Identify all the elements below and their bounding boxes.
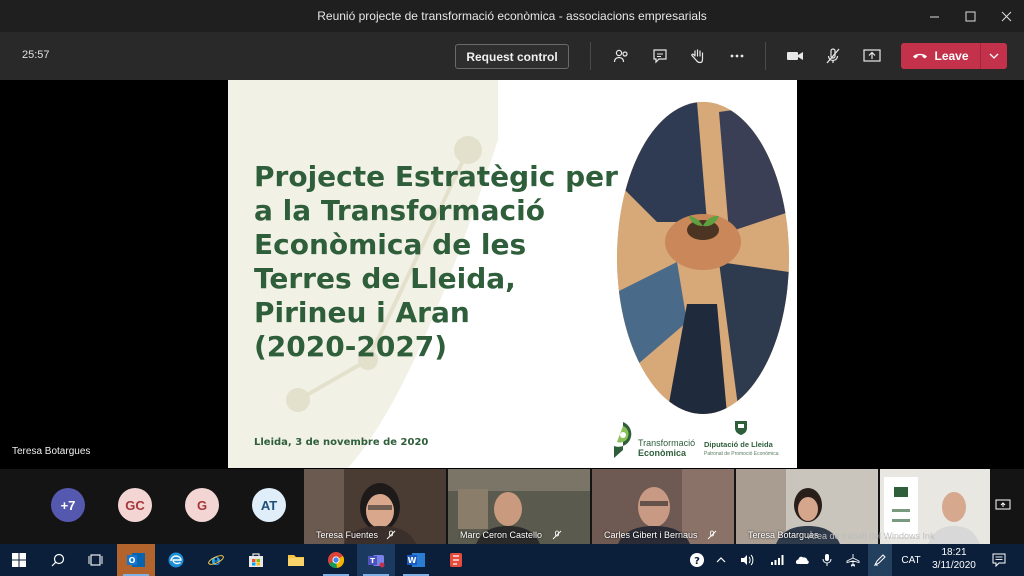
clock-date: 3/11/2020 (932, 560, 976, 571)
taskbar-internet-explorer[interactable]: e (197, 544, 235, 576)
presenter-name: Teresa Botargues (12, 446, 91, 457)
participant-avatar[interactable]: G (185, 488, 219, 522)
internet-explorer-icon: e (208, 551, 224, 569)
leave-button[interactable]: Leave (901, 43, 1007, 69)
mic-muted-icon (552, 530, 562, 540)
slide-title-line: Econòmica de les (254, 228, 527, 261)
taskbar-app[interactable] (437, 544, 475, 576)
chrome-icon (328, 552, 345, 569)
taskbar-edge[interactable] (157, 544, 195, 576)
network-icon[interactable] (768, 544, 786, 576)
diputacio-lleida-logo: Diputació de Lleida Patronat de Promoció… (704, 420, 780, 462)
slide-title-line: Pirineu i Aran (254, 296, 470, 329)
participant-name: Carles Gibert i Bernaus (604, 530, 698, 540)
maximize-button[interactable] (952, 0, 988, 32)
window-title-bar: Reunió projecte de transformació econòmi… (0, 0, 1024, 32)
leave-label: Leave (934, 49, 969, 63)
taskbar-outlook[interactable]: O (117, 544, 155, 576)
shared-slide: Projecte Estratègic per a la Transformac… (228, 80, 797, 468)
slide-date: Lleida, 3 de novembre de 2020 (254, 437, 429, 448)
search-icon (51, 553, 65, 567)
participant-video-tile[interactable]: Marc Ceron Castello (448, 469, 590, 544)
logo-dip-line2: Patronat de Promoció Econòmica (704, 451, 779, 457)
toolbar-divider (765, 42, 766, 70)
input-language[interactable]: CAT (898, 544, 924, 576)
mic-muted-icon[interactable] (821, 45, 845, 67)
svg-text:W: W (408, 556, 417, 565)
taskbar-file-explorer[interactable] (277, 544, 315, 576)
request-control-button[interactable]: Request control (455, 44, 569, 69)
svg-text:e: e (211, 551, 221, 569)
outlook-icon: O (127, 553, 145, 567)
teams-icon: T (368, 555, 385, 568)
screen-share-icon[interactable] (995, 497, 1011, 513)
chevron-up-icon[interactable] (712, 544, 730, 576)
camera-icon[interactable] (783, 45, 807, 67)
airplane-mode-icon[interactable] (843, 544, 863, 576)
slide-title-line: Terres de Lleida, (254, 262, 516, 295)
more-icon[interactable] (725, 45, 749, 67)
windows-ink-icon[interactable] (868, 544, 892, 576)
minimize-button[interactable] (916, 0, 952, 32)
svg-text:T: T (370, 557, 375, 565)
logo-te-line1: Transformació (638, 438, 696, 448)
taskbar-store[interactable] (237, 544, 275, 576)
slide-title-line: (2020-2027) (254, 330, 448, 363)
task-view-button[interactable] (77, 544, 115, 576)
raise-hand-icon[interactable] (686, 45, 710, 67)
participant-video-tile[interactable]: Carles Gibert i Bernaus (592, 469, 734, 544)
store-icon (249, 553, 263, 567)
mic-muted-icon (386, 530, 396, 540)
taskbar-chrome[interactable] (317, 544, 355, 576)
search-button[interactable] (39, 544, 77, 576)
svg-text:O: O (129, 556, 136, 565)
slide-title-line: Projecte Estratègic per (254, 160, 618, 193)
participant-avatar[interactable]: AT (252, 488, 286, 522)
taskbar-teams[interactable]: T (357, 544, 395, 576)
hands-plant-photo (617, 102, 789, 414)
app-icon (450, 553, 462, 567)
window-title: Reunió projecte de transformació econòmi… (317, 9, 707, 23)
microphone-icon[interactable] (818, 544, 836, 576)
participants-icon[interactable] (609, 45, 633, 67)
slide-title: Projecte Estratègic per a la Transformac… (254, 160, 624, 364)
participant-video-tile[interactable]: Teresa Fuentes (304, 469, 446, 544)
word-icon: W (407, 553, 425, 567)
volume-icon[interactable] (738, 544, 756, 576)
start-button[interactable] (0, 544, 38, 576)
logo-dip-line1: Diputació de Lleida (704, 440, 773, 449)
help-icon[interactable]: ? (686, 544, 708, 576)
slide-title-line: a la Transformació (254, 194, 545, 227)
leave-main[interactable]: Leave (901, 43, 981, 69)
mic-muted-icon (707, 530, 717, 540)
windows-logo-icon (12, 553, 26, 567)
share-icon[interactable] (860, 45, 884, 67)
toolbar-divider (590, 42, 591, 70)
hang-up-icon (913, 53, 928, 59)
clock-time: 18:21 (941, 547, 967, 558)
chevron-down-icon (989, 53, 999, 59)
taskbar-clock[interactable]: 18:21 3/11/2020 (926, 546, 982, 572)
transformacio-economica-logo: Transformació Econòmica (610, 420, 696, 462)
meeting-timer: 25:57 (22, 49, 50, 61)
more-participants-avatar[interactable]: +7 (51, 488, 85, 522)
chat-icon[interactable] (648, 45, 672, 67)
participant-avatar[interactable]: GC (118, 488, 152, 522)
close-button[interactable] (988, 0, 1024, 32)
onedrive-icon[interactable] (792, 544, 812, 576)
taskbar-word[interactable]: W (397, 544, 435, 576)
svg-text:?: ? (694, 556, 700, 567)
leave-options-button[interactable] (981, 43, 1007, 69)
windows-ink-tooltip: Àrea de treball del Windows Ink (808, 531, 935, 541)
edge-icon (168, 552, 184, 568)
participant-name: Marc Ceron Castello (460, 530, 543, 540)
notifications-icon[interactable] (988, 544, 1010, 576)
logo-te-line2: Econòmica (638, 448, 687, 458)
participant-name: Teresa Fuentes (316, 530, 379, 540)
task-view-icon (88, 554, 103, 566)
folder-icon (288, 555, 304, 566)
